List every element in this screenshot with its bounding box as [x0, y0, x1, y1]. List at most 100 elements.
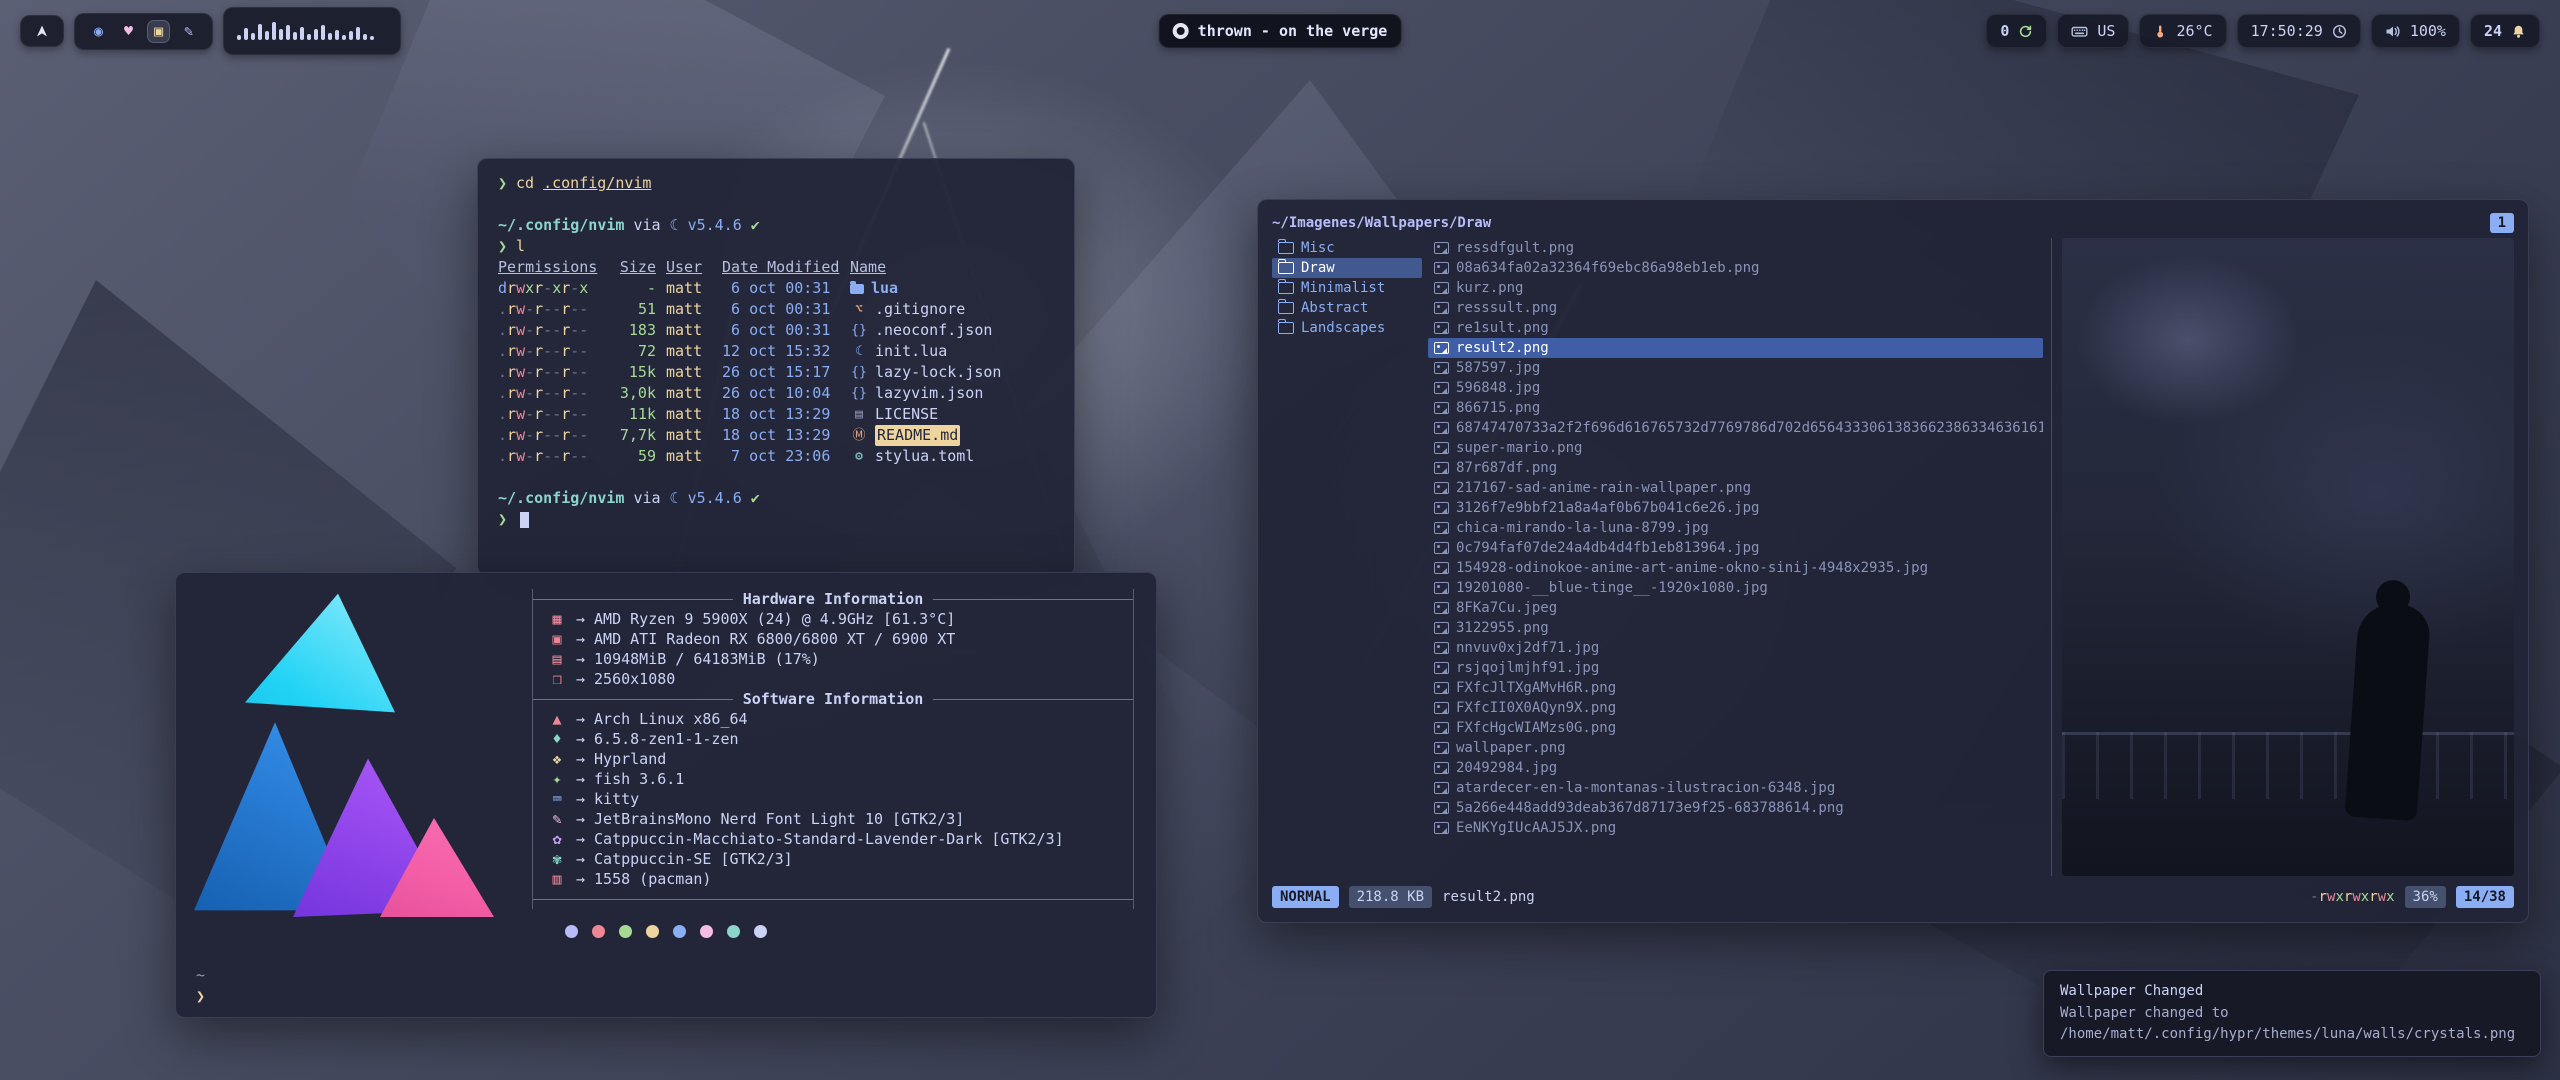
- sidebar-dir-misc[interactable]: Misc: [1272, 238, 1422, 258]
- box-bottom-border: [533, 889, 1133, 909]
- clock-module[interactable]: 17:50:29: [2237, 14, 2361, 48]
- file-size: 59: [612, 446, 656, 467]
- dir-name: Draw: [1301, 258, 1335, 278]
- ls-row[interactable]: .rw-r--r--51matt 6 oct 00:31⌥.gitignore: [498, 299, 1054, 320]
- file-list-item[interactable]: 20492984.jpg: [1428, 758, 2043, 778]
- workspace-icon-files[interactable]: ▣: [148, 21, 169, 42]
- file-list-item[interactable]: 8FKa7Cu.jpeg: [1428, 598, 2043, 618]
- ls-row[interactable]: drwxr-xr-x-matt 6 oct 00:31lua: [498, 278, 1054, 299]
- file-list-item[interactable]: super-mario.png: [1428, 438, 2043, 458]
- file-name: lazy-lock.json: [875, 362, 1001, 383]
- file-list-item[interactable]: atardecer-en-la-montanas-ilustracion-634…: [1428, 778, 2043, 798]
- terminal-window-fetch[interactable]: Hardware Information ▦→AMD Ryzen 9 5900X…: [175, 572, 1157, 1018]
- file-permissions: .rw-r--r--: [498, 425, 602, 446]
- file-list-item[interactable]: 08a634fa02a32364f69ebc86a98eb1eb.png: [1428, 258, 2043, 278]
- sidebar-dir-draw[interactable]: Draw: [1272, 258, 1422, 278]
- file-list-item[interactable]: kurz.png: [1428, 278, 2043, 298]
- file-list-item[interactable]: 587597.jpg: [1428, 358, 2043, 378]
- temperature-module[interactable]: 26°C: [2139, 14, 2226, 48]
- fetch-prompt[interactable]: ~ ❯: [196, 965, 205, 1007]
- ls-row[interactable]: .rw-r--r--11kmatt18 oct 13:29▤LICENSE: [498, 404, 1054, 425]
- terminal-window-nvim-config[interactable]: ❯cd.config/nvim ~/.config/nvimvia☾v5.4.6…: [477, 158, 1075, 576]
- ls-row[interactable]: .rw-r--r--72matt12 oct 15:32☾init.lua: [498, 341, 1054, 362]
- sidebar-dir-landscapes[interactable]: Landscapes: [1272, 318, 1422, 338]
- audio-visualizer[interactable]: [223, 7, 401, 55]
- visualizer-bar: [370, 36, 374, 40]
- file-list-item[interactable]: 596848.jpg: [1428, 378, 2043, 398]
- file-list-item[interactable]: chica-mirando-la-luna-8799.jpg: [1428, 518, 2043, 538]
- file-list-item[interactable]: EeNKYgIUcAAJ5JX.png: [1428, 818, 2043, 838]
- current-path: ~/Imagenes/Wallpapers/Draw: [1272, 213, 1491, 233]
- folder-icon: [1278, 282, 1294, 294]
- hardware-title: Hardware Information: [743, 589, 924, 609]
- file-list-item[interactable]: 3126f7e9bbf21a8a4af0b67b041c6e26.jpg: [1428, 498, 2043, 518]
- file-name: 0c794faf07de24a4db4d4fb1eb813964.jpg: [1456, 538, 1759, 558]
- file-name: 3122955.png: [1456, 618, 1549, 638]
- file-list-item[interactable]: FXfcJlTXgAMvH6R.png: [1428, 678, 2043, 698]
- file-owner: matt: [666, 362, 712, 383]
- file-list-item[interactable]: 68747470733a2f2f696d616765732d7769786d70…: [1428, 418, 2043, 438]
- software-info-row: ✾→Catppuccin-SE [GTK2/3]: [533, 849, 1133, 869]
- file-list-item[interactable]: 154928-odinokoe-anime-art-anime-okno-sin…: [1428, 558, 2043, 578]
- arrow-icon: →: [576, 789, 585, 809]
- updates-module[interactable]: 0: [1986, 14, 2047, 48]
- file-date: 12 oct 15:32: [722, 341, 840, 362]
- file-owner: matt: [666, 299, 712, 320]
- sidebar-dir-minimalist[interactable]: Minimalist: [1272, 278, 1422, 298]
- sidebar-dir-abstract[interactable]: Abstract: [1272, 298, 1422, 318]
- workspace-icon-browser[interactable]: ◉: [88, 21, 109, 42]
- file-list-item[interactable]: 87r687df.png: [1428, 458, 2043, 478]
- file-list-item[interactable]: 866715.png: [1428, 398, 2043, 418]
- file-list-item[interactable]: FXfcHgcWIAMzs0G.png: [1428, 718, 2043, 738]
- window-title-module[interactable]: thrown - on the verge: [1159, 14, 1402, 48]
- visualizer-bar: [293, 32, 297, 40]
- visualizer-bar: [349, 31, 353, 40]
- file-list-item[interactable]: 3122955.png: [1428, 618, 2043, 638]
- ls-row[interactable]: .rw-r--r--3,0kmatt26 oct 10:04{}lazyvim.…: [498, 383, 1054, 404]
- image-file-icon: [1434, 782, 1449, 794]
- arrow-icon: →: [576, 629, 585, 649]
- file-list-item[interactable]: FXfcII0X0AQyn9X.png: [1428, 698, 2043, 718]
- prompt-symbol: ❯: [498, 236, 507, 257]
- ls-row[interactable]: .rw-r--r--15kmatt26 oct 15:17{}lazy-lock…: [498, 362, 1054, 383]
- file-name: 3126f7e9bbf21a8a4af0b67b041c6e26.jpg: [1456, 498, 1759, 518]
- top-bar-right: 0 US 26°C 17:50:29 10: [1986, 14, 2540, 48]
- file-date: 26 oct 10:04: [722, 383, 840, 404]
- file-list-item[interactable]: result2.png: [1428, 338, 2043, 358]
- ls-row[interactable]: .rw-r--r--59matt 7 oct 23:06⚙stylua.toml: [498, 446, 1054, 467]
- notification-toast[interactable]: Wallpaper Changed Wallpaper changed to /…: [2043, 970, 2541, 1057]
- folder-icon: [1278, 322, 1294, 334]
- file-name: README.md: [875, 425, 960, 446]
- file-manager-window[interactable]: ~/Imagenes/Wallpapers/Draw 1 MiscDrawMin…: [1257, 199, 2529, 923]
- ls-row[interactable]: .rw-r--r--183matt 6 oct 00:31{}.neoconf.…: [498, 320, 1054, 341]
- ls-row[interactable]: .rw-r--r--7,7kmatt18 oct 13:29ⓂREADME.md: [498, 425, 1054, 446]
- file-name: 19201080-__blue-tinge__-1920×1080.jpg: [1456, 578, 1768, 598]
- notifications-module[interactable]: 24: [2470, 14, 2540, 48]
- file-list-item[interactable]: 0c794faf07de24a4db4d4fb1eb813964.jpg: [1428, 538, 2043, 558]
- image-file-icon: [1434, 602, 1449, 614]
- launcher-button[interactable]: [20, 15, 64, 47]
- file-list-item[interactable]: nnvuv0xj2df71.jpg: [1428, 638, 2043, 658]
- file-list-item[interactable]: 5a266e448add93deab367d87173e9f25-6837886…: [1428, 798, 2043, 818]
- workspace-icon-media[interactable]: ♥: [118, 21, 139, 42]
- file-list-item[interactable]: wallpaper.png: [1428, 738, 2043, 758]
- system-info-box: Hardware Information ▦→AMD Ryzen 9 5900X…: [532, 589, 1134, 909]
- software-info-row: ❖→Hyprland: [533, 749, 1133, 769]
- file-permissions: .rw-r--r--: [498, 320, 602, 341]
- volume-module[interactable]: 100%: [2371, 14, 2460, 48]
- ls-header-row: Permissions Size User Date Modified Name: [498, 257, 1054, 278]
- prompt-line[interactable]: ❯: [498, 509, 1054, 530]
- file-permissions: drwxr-xr-x: [498, 278, 602, 299]
- lua-icon: ☾: [850, 341, 868, 362]
- file-list-item[interactable]: 217167-sad-anime-rain-wallpaper.png: [1428, 478, 2043, 498]
- keyboard-layout-module[interactable]: US: [2057, 14, 2129, 48]
- file-list-item[interactable]: resssult.png: [1428, 298, 2043, 318]
- file-list-item[interactable]: rsjqojlmjhf91.jpg: [1428, 658, 2043, 678]
- file-list-item[interactable]: ressdfgult.png: [1428, 238, 2043, 258]
- file-list-item[interactable]: re1sult.png: [1428, 318, 2043, 338]
- file-list-item[interactable]: 19201080-__blue-tinge__-1920×1080.jpg: [1428, 578, 2043, 598]
- workspace-icon-design[interactable]: ✎: [178, 21, 199, 42]
- tab-indicator[interactable]: 1: [2490, 213, 2514, 233]
- file-owner: matt: [666, 278, 712, 299]
- image-file-icon: [1434, 642, 1449, 654]
